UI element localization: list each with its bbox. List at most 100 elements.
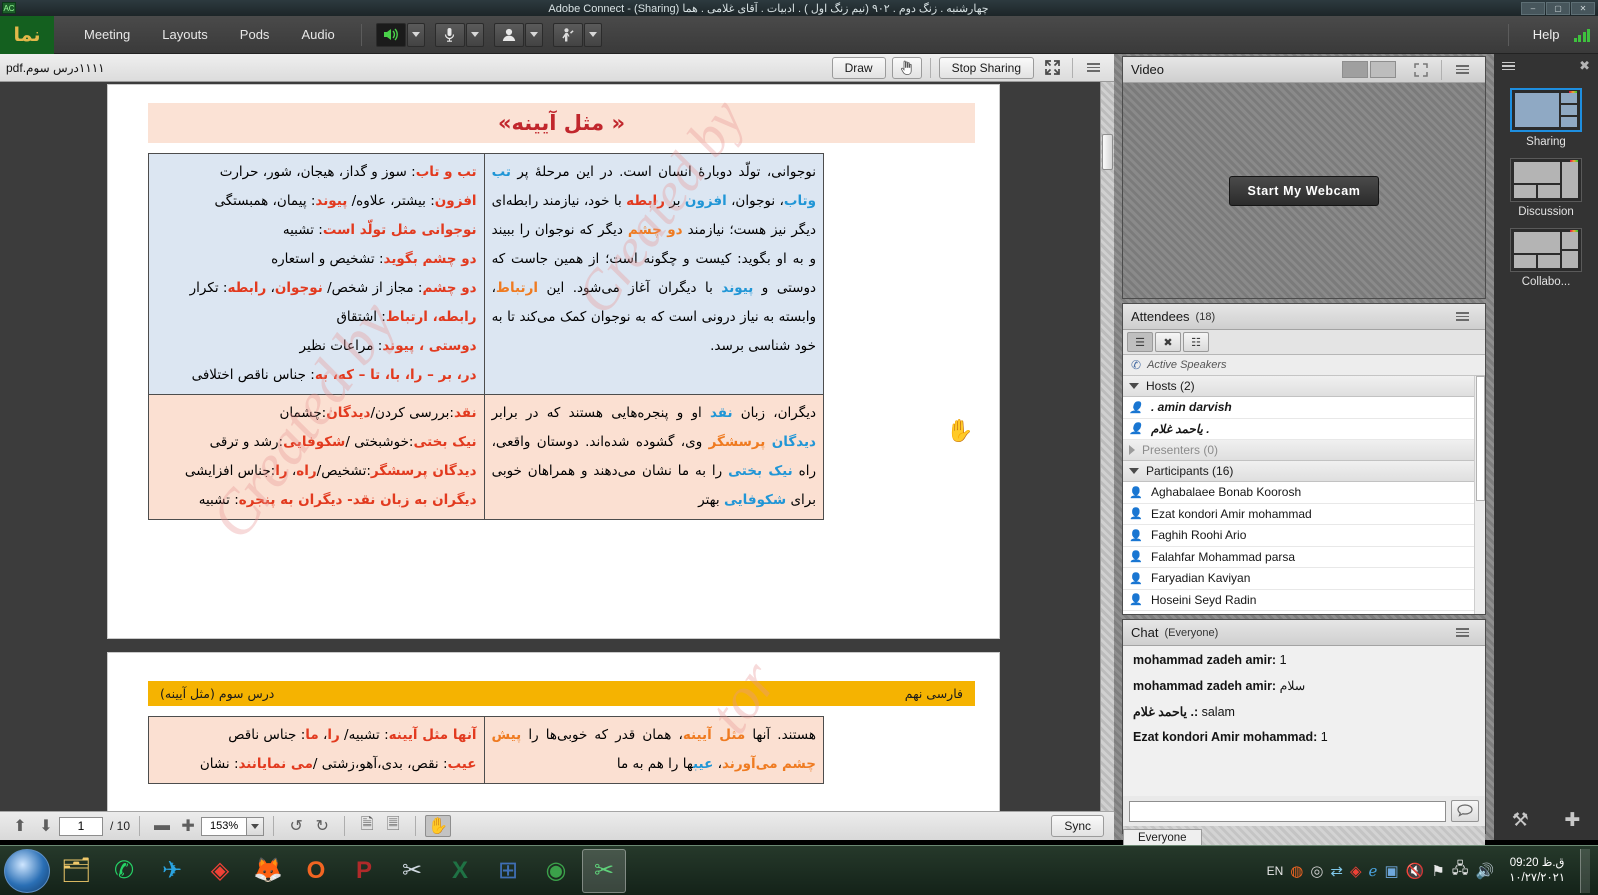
snipping-tool-icon[interactable]: ✂ — [390, 849, 434, 893]
windows-apps-icon[interactable]: ⊞ — [486, 849, 530, 893]
attendees-scrollbar[interactable] — [1474, 376, 1485, 614]
menu-audio[interactable]: Audio — [285, 23, 350, 46]
taskbar-clock[interactable]: 09:20 ق.ظ ۱۰/۲۷/۲۰۲۱ — [1501, 856, 1573, 886]
zoom-level-select[interactable]: 153% — [201, 816, 265, 836]
opera-tray-icon[interactable]: ◍ — [1290, 862, 1303, 880]
volume-icon[interactable]: 🔊 — [1476, 862, 1495, 880]
help-menu[interactable]: Help — [1519, 27, 1574, 42]
chat-text: سلام — [1279, 679, 1306, 693]
breakout-view-icon[interactable]: ✖ — [1155, 332, 1181, 352]
attendee-row[interactable]: 👤 Hoseini Seyd Radin — [1123, 590, 1485, 611]
add-layout-icon[interactable]: ✚ — [1564, 809, 1580, 832]
chrome-icon[interactable]: ◉ — [534, 849, 578, 893]
attendees-scrollbar-thumb[interactable] — [1476, 376, 1485, 501]
anydesk-icon[interactable]: ◈ — [198, 849, 242, 893]
chat-send-icon[interactable] — [1451, 800, 1479, 822]
camera-options-button[interactable] — [524, 22, 543, 47]
group-participants[interactable]: Participants (16) — [1123, 461, 1485, 482]
layout-item-sharing[interactable]: Sharing — [1510, 88, 1582, 148]
pod-menu-icon[interactable] — [1081, 57, 1105, 79]
speaker-button[interactable] — [375, 22, 406, 47]
pod-menu-icon[interactable] — [1450, 306, 1474, 328]
status-view-icon[interactable]: ☷ — [1183, 332, 1209, 352]
raise-hand-options-button[interactable] — [583, 22, 602, 47]
disc-tray-icon[interactable]: ◎ — [1310, 862, 1323, 880]
minimize-button[interactable]: – — [1521, 1, 1545, 15]
ie-tray-icon[interactable]: ℯ — [1369, 862, 1378, 880]
chat-tab-everyone[interactable]: Everyone — [1123, 829, 1202, 846]
telegram-icon[interactable]: ✈ — [150, 849, 194, 893]
attendee-row[interactable]: 👤 Faryadian Kaviyan — [1123, 568, 1485, 590]
list-view-icon[interactable]: ☰ — [1127, 332, 1153, 352]
stop-sharing-button[interactable]: Stop Sharing — [938, 56, 1034, 79]
page-down-icon[interactable]: ⬇ — [33, 815, 59, 837]
layout-item-discussion[interactable]: Discussion — [1510, 158, 1582, 218]
network-tray-icon[interactable]: ⇄ — [1330, 862, 1343, 880]
network-tray-icon-2[interactable]: 🖧 — [1452, 858, 1469, 883]
excel-icon[interactable]: X — [438, 849, 482, 893]
document-page-2: فارسی نهم درس سوم (مثل آیینه) هستند. آنه… — [107, 650, 1000, 811]
chat-input[interactable] — [1129, 800, 1446, 822]
raise-hand-button[interactable] — [552, 22, 583, 47]
maximize-button[interactable]: ▢ — [1546, 1, 1570, 15]
adobe-connect-icon[interactable]: ✂ — [582, 848, 626, 893]
attendees-list[interactable]: Hosts (2) 👤 . amin darvish 👤 یاحمد غلام … — [1123, 376, 1485, 614]
rail-menu-icon[interactable] — [1502, 61, 1515, 71]
attendee-row[interactable]: 👤 Aghabalaee Bonab Koorosh — [1123, 482, 1485, 504]
flag-alert-icon[interactable]: ⚑ — [1431, 862, 1444, 880]
pointer-icon[interactable] — [891, 56, 922, 79]
document-scrollbar-thumb[interactable] — [1102, 134, 1113, 170]
close-icon[interactable]: ✖ — [1579, 58, 1590, 74]
start-my-webcam-button[interactable]: Start My Webcam — [1228, 175, 1380, 206]
expand-icon[interactable] — [1409, 59, 1433, 81]
redo-icon[interactable]: ↻ — [309, 815, 335, 837]
volume-muted-icon[interactable]: 🔇 — [1406, 862, 1425, 880]
chevron-down-icon[interactable] — [246, 817, 264, 835]
page-up-icon[interactable]: ⬆ — [7, 815, 33, 837]
camera-button[interactable] — [493, 22, 524, 47]
zoom-out-icon[interactable]: ▬ — [149, 815, 175, 837]
band-right-label: فارسی نهم — [904, 686, 963, 701]
anydesk-tray-icon[interactable]: ◈ — [1350, 862, 1362, 880]
app-tray-icon[interactable]: ▣ — [1384, 862, 1398, 880]
speaker-options-button[interactable] — [406, 22, 425, 47]
undo-icon[interactable]: ↺ — [283, 815, 309, 837]
paltalk-icon[interactable]: P — [342, 849, 386, 893]
attendee-row[interactable]: 👤 یاحمد غلام . — [1123, 419, 1485, 440]
opera-icon[interactable]: O — [294, 849, 338, 893]
sync-button[interactable]: Sync — [1051, 815, 1104, 837]
group-presenters[interactable]: Presenters (0) — [1123, 440, 1485, 461]
windows-start-icon[interactable] — [4, 848, 50, 893]
whatsapp-icon[interactable]: ✆ — [102, 849, 146, 893]
menu-layouts[interactable]: Layouts — [146, 23, 224, 46]
pod-menu-icon[interactable] — [1450, 59, 1474, 81]
microphone-options-button[interactable] — [465, 22, 484, 47]
attendee-row[interactable]: 👤 Ezat kondori Amir mohammad — [1123, 504, 1485, 525]
zoom-in-icon[interactable]: ✚ — [175, 815, 201, 837]
menu-meeting[interactable]: Meeting — [68, 23, 146, 46]
filmstrip-layout-icon[interactable] — [1370, 61, 1396, 78]
file-explorer-icon[interactable]: 🗂 — [54, 849, 98, 893]
menu-pods[interactable]: Pods — [224, 23, 286, 46]
attendee-row[interactable]: 👤 Falahfar Mohammad parsa — [1123, 547, 1485, 568]
document-scrollbar[interactable] — [1100, 82, 1114, 811]
draw-button[interactable]: Draw — [831, 56, 886, 79]
tools-icon[interactable]: ⚒ — [1512, 809, 1529, 832]
fullscreen-icon[interactable] — [1040, 57, 1064, 79]
microphone-button[interactable] — [434, 22, 465, 47]
close-button[interactable]: ✕ — [1571, 1, 1595, 15]
pan-hand-icon[interactable]: ✋ — [425, 815, 452, 837]
layout-item-collaboration[interactable]: Collabo... — [1510, 228, 1582, 288]
fit-width-icon[interactable]: 🗏 — [380, 815, 406, 837]
attendee-row[interactable]: 👤 Faghih Roohi Ario — [1123, 525, 1485, 547]
firefox-icon[interactable]: 🦊 — [246, 849, 290, 893]
page-number-input[interactable]: 1 — [59, 816, 103, 836]
pod-menu-icon[interactable] — [1450, 622, 1474, 644]
language-indicator[interactable]: EN — [1267, 864, 1284, 878]
show-desktop-button[interactable] — [1580, 848, 1590, 893]
grid-layout-icon[interactable] — [1342, 61, 1368, 78]
fit-page-icon[interactable]: 🗎 — [354, 815, 380, 837]
group-hosts[interactable]: Hosts (2) — [1123, 376, 1485, 397]
attendee-row[interactable]: 👤 . amin darvish — [1123, 397, 1485, 419]
document-viewport[interactable]: « مثل آیینه» نوجوانی، تولّد دوبارهٔ انسا… — [0, 82, 1114, 811]
